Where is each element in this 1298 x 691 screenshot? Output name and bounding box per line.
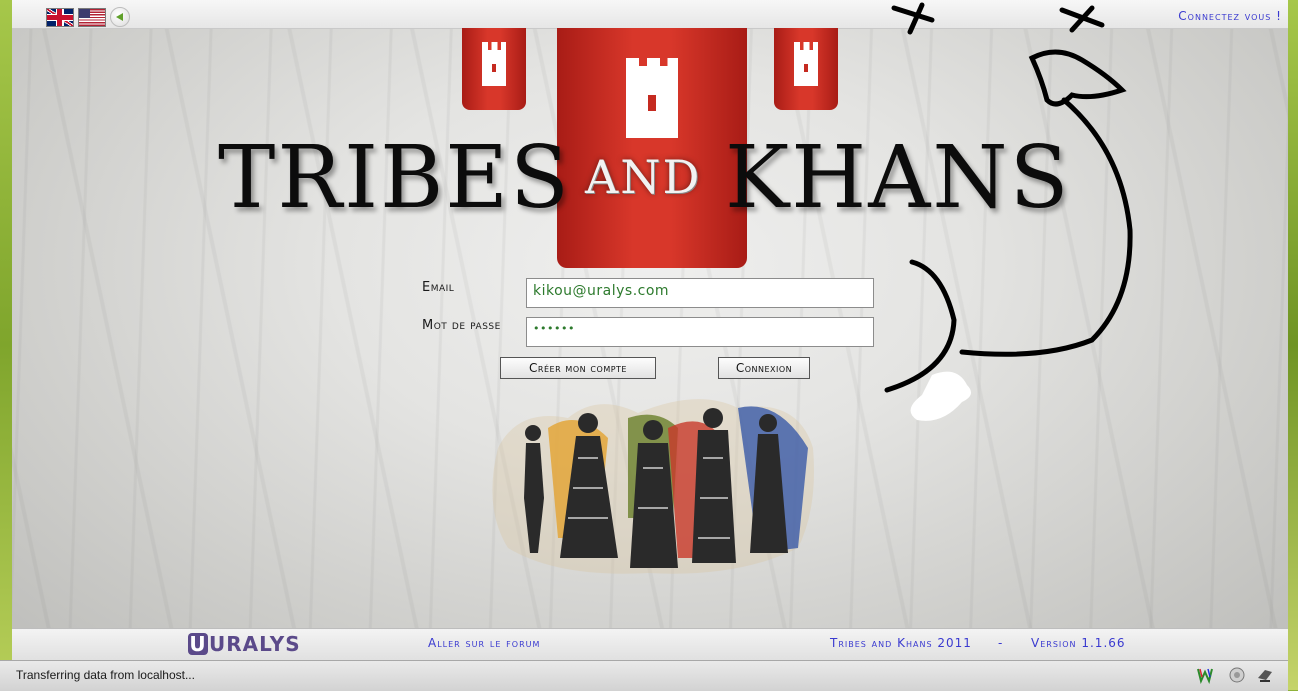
browser-status-bar: Transferring data from localhost... bbox=[0, 660, 1288, 691]
connect-prompt: Connectez vous ! bbox=[1178, 9, 1282, 23]
tower-icon bbox=[794, 42, 818, 86]
footer-separator: - bbox=[998, 636, 1004, 650]
banner-right bbox=[774, 28, 838, 110]
characters-illustration bbox=[492, 399, 814, 574]
email-label: Email bbox=[422, 280, 455, 295]
password-field[interactable]: •••••• bbox=[526, 317, 874, 347]
password-label: Mot de passe bbox=[422, 318, 501, 333]
login-button[interactable]: Connexion bbox=[718, 357, 810, 379]
extension-w-icon[interactable] bbox=[1196, 666, 1214, 684]
status-text: Transferring data from localhost... bbox=[16, 668, 195, 682]
window-frame-left bbox=[0, 0, 12, 690]
sync-icon[interactable] bbox=[1228, 666, 1246, 684]
window-frame-right bbox=[1288, 0, 1298, 690]
uralys-logo[interactable]: U URALYS bbox=[188, 632, 301, 658]
uralys-u-icon: U bbox=[188, 632, 208, 656]
version-label: Version 1.1.66 bbox=[1031, 636, 1126, 650]
game-name-label: Tribes and Khans 2011 bbox=[830, 636, 972, 650]
forum-link[interactable]: Aller sur le forum bbox=[428, 636, 540, 650]
script-icon[interactable] bbox=[1256, 666, 1274, 684]
logo-word-tribes: TRIBES bbox=[218, 128, 571, 228]
create-account-button[interactable]: Créer mon compte bbox=[500, 357, 656, 379]
speaker-icon[interactable] bbox=[110, 7, 130, 27]
login-page: Connectez vous ! TRIBES AND KHANS Email … bbox=[12, 0, 1288, 660]
uk-flag-icon[interactable] bbox=[46, 8, 74, 27]
footer: U URALYS Aller sur le forum Tribes and Kh… bbox=[12, 628, 1288, 660]
banner-left bbox=[462, 28, 526, 110]
doodle-drawing bbox=[884, 2, 1133, 421]
uralys-brand-text: URALYS bbox=[209, 632, 301, 656]
us-flag-icon[interactable] bbox=[78, 8, 106, 27]
tower-icon bbox=[482, 42, 506, 86]
logo-word-and: AND bbox=[585, 150, 702, 204]
email-field[interactable]: kikou@uralys.com bbox=[526, 278, 874, 308]
